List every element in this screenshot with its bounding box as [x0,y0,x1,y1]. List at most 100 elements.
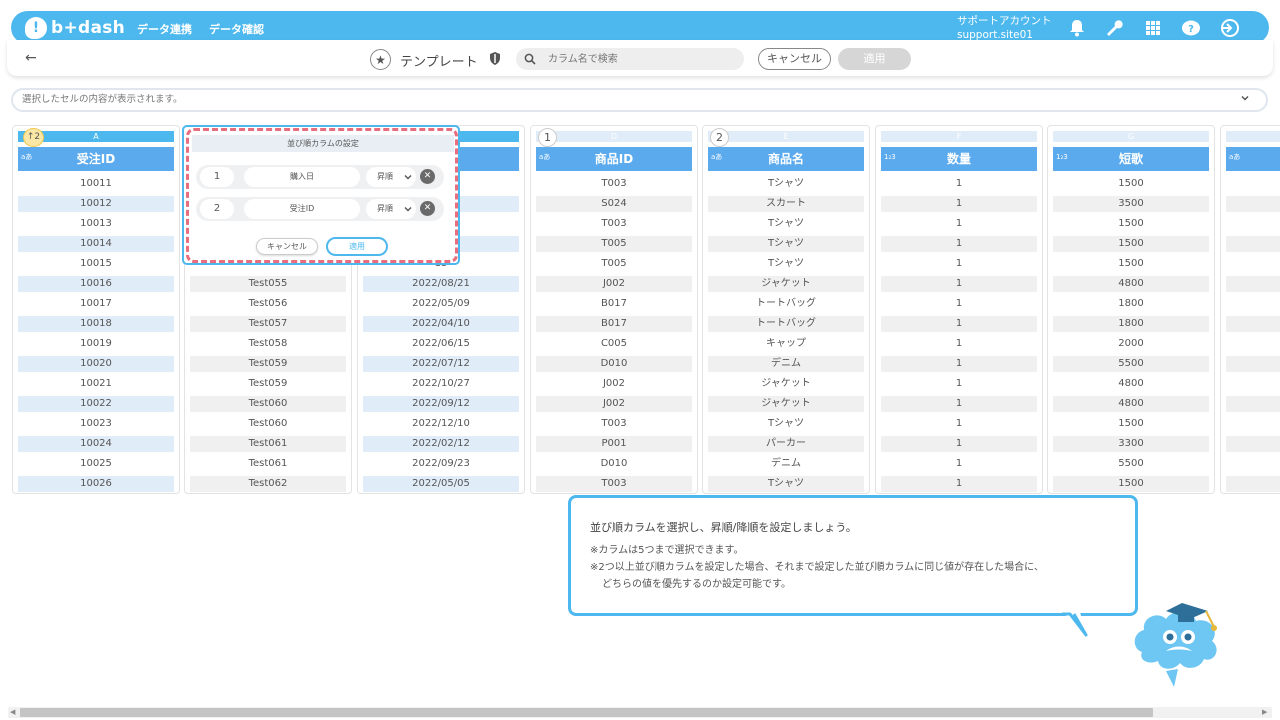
popup-apply-button[interactable]: 適用 [326,237,388,256]
table-cell[interactable]: 4800 [1053,396,1209,412]
table-cell[interactable]: 10026 [18,476,174,492]
shield-icon[interactable] [489,51,501,66]
table-cell[interactable]: 2022/04/10 [363,316,519,332]
table-cell[interactable]: Test061 [190,436,346,452]
back-button[interactable]: ← [25,50,37,66]
table-cell[interactable]: Tシャツ [708,176,864,192]
table-cell[interactable]: 10015 [18,256,174,272]
column-letter[interactable]: D [536,131,692,142]
column-letter[interactable]: F [881,131,1037,142]
table-cell[interactable]: 1 [881,436,1037,452]
table-cell[interactable]: 10024 [18,436,174,452]
table-cell[interactable]: 1500 [1053,216,1209,232]
table-cell[interactable]: パーカー [708,436,864,452]
table-cell[interactable]: T005 [536,236,692,252]
table-cell[interactable]: 1 [881,276,1037,292]
column-header[interactable]: 1₂3 短歌 [1053,147,1209,171]
table-cell[interactable]: キャップ [708,336,864,352]
table-cell[interactable]: Test062 [190,476,346,492]
table-cell[interactable]: 10011 [18,176,174,192]
favorite-star-icon[interactable]: ★ [370,49,391,70]
table-cell[interactable]: 3300 [1053,436,1209,452]
table-cell[interactable] [1226,256,1280,272]
wrench-icon[interactable] [1103,17,1125,39]
table-cell[interactable]: Test058 [190,336,346,352]
table-cell[interactable]: 4800 [1053,276,1209,292]
table-cell[interactable]: トートバッグ [708,316,864,332]
table-cell[interactable]: D010 [536,456,692,472]
apply-button[interactable]: 適用 [838,48,911,70]
table-cell[interactable]: T003 [536,216,692,232]
table-cell[interactable]: Tシャツ [708,216,864,232]
grid-icon[interactable] [1142,17,1164,39]
table-cell[interactable]: Test057 [190,316,346,332]
chevron-down-icon[interactable] [1240,93,1250,103]
table-cell[interactable]: 2022/07/12 [363,356,519,372]
remove-sort-icon[interactable]: ✕ [420,169,435,184]
table-cell[interactable]: 10014 [18,236,174,252]
table-cell[interactable] [1226,416,1280,432]
table-cell[interactable] [1226,216,1280,232]
cancel-button[interactable]: キャンセル [758,48,831,70]
table-cell[interactable]: 1800 [1053,296,1209,312]
table-cell[interactable]: 1 [881,456,1037,472]
table-cell[interactable]: 10016 [18,276,174,292]
table-cell[interactable]: 10017 [18,296,174,312]
sort-column-select[interactable]: 受注ID [244,199,360,219]
table-cell[interactable]: T003 [536,416,692,432]
scrollbar-thumb[interactable] [20,708,1153,717]
table-cell[interactable] [1226,296,1280,312]
table-cell[interactable]: 10018 [18,316,174,332]
table-cell[interactable]: Test060 [190,396,346,412]
table-cell[interactable]: Test059 [190,356,346,372]
table-cell[interactable]: J002 [536,396,692,412]
table-cell[interactable]: 2022/09/23 [363,456,519,472]
table-cell[interactable]: 1500 [1053,176,1209,192]
table-cell[interactable]: 5500 [1053,356,1209,372]
table-cell[interactable]: 2022/12/10 [363,416,519,432]
table-cell[interactable]: 1 [881,376,1037,392]
account-info[interactable]: サポートアカウント support.site01 [957,14,1052,42]
table-cell[interactable]: 1 [881,236,1037,252]
scroll-right-icon[interactable]: ▶ [1262,708,1267,716]
table-cell[interactable]: 10013 [18,216,174,232]
table-cell[interactable] [1226,396,1280,412]
column-search-input[interactable] [516,48,744,70]
table-cell[interactable]: ジャケット [708,376,864,392]
table-cell[interactable]: 5500 [1053,456,1209,472]
table-cell[interactable]: 1 [881,256,1037,272]
column-letter[interactable]: E [708,131,864,142]
table-cell[interactable]: 4800 [1053,376,1209,392]
table-cell[interactable]: C005 [536,336,692,352]
table-cell[interactable]: 1500 [1053,476,1209,492]
table-cell[interactable]: B017 [536,316,692,332]
table-cell[interactable]: 2022/06/15 [363,336,519,352]
table-cell[interactable]: デニム [708,356,864,372]
table-cell[interactable]: 2022/08/21 [363,276,519,292]
column-letter[interactable]: G [1053,131,1209,142]
table-cell[interactable]: Test056 [190,296,346,312]
table-cell[interactable]: Tシャツ [708,476,864,492]
table-cell[interactable]: 1 [881,176,1037,192]
table-cell[interactable] [1226,336,1280,352]
table-cell[interactable]: Tシャツ [708,416,864,432]
table-cell[interactable]: T003 [536,176,692,192]
table-cell[interactable] [1226,356,1280,372]
table-cell[interactable]: 2022/10/27 [363,376,519,392]
table-cell[interactable]: 1 [881,416,1037,432]
logo[interactable]: ! b+dash [25,17,125,39]
table-cell[interactable] [1226,316,1280,332]
table-cell[interactable]: 1 [881,396,1037,412]
table-cell[interactable]: 10019 [18,336,174,352]
table-cell[interactable] [1226,476,1280,492]
table-cell[interactable]: 2022/05/05 [363,476,519,492]
table-cell[interactable]: D010 [536,356,692,372]
table-cell[interactable]: 10023 [18,416,174,432]
table-cell[interactable]: J002 [536,376,692,392]
table-cell[interactable]: 1800 [1053,316,1209,332]
column-header[interactable]: aあ 商品ID [536,147,692,171]
table-cell[interactable]: Tシャツ [708,256,864,272]
sort-column-select[interactable]: 購入日 [244,167,360,187]
column-header[interactable]: aあ [1226,147,1280,171]
popup-cancel-button[interactable]: キャンセル [256,238,318,255]
